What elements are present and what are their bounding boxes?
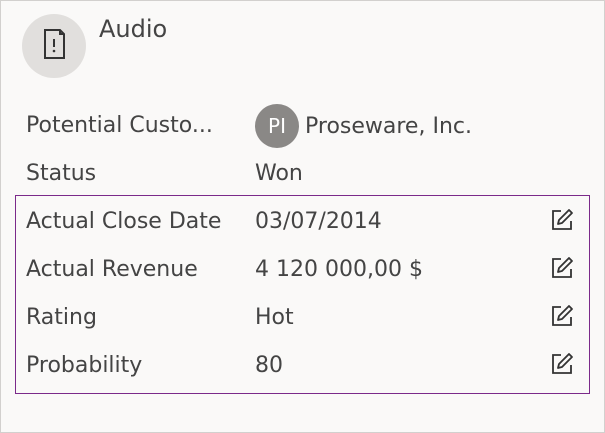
field-label-status: Status [26,161,97,186]
field-value-probability: 80 [255,353,283,378]
avatar: PI [255,104,299,148]
edit-icon [550,304,574,332]
edit-actual-close-date-button[interactable] [549,209,575,235]
edit-actual-revenue-button[interactable] [549,257,575,283]
field-label-actual-revenue: Actual Revenue [26,257,198,282]
edit-icon [550,208,574,236]
record-card: Audio Potential Custo... PI Proseware, I… [0,0,605,433]
record-title: Audio [99,15,168,43]
field-label-probability: Probability [26,353,143,378]
potential-customer-name[interactable]: Proseware, Inc. [305,114,472,139]
field-value-actual-revenue: 4 120 000,00 $ [255,257,423,282]
edit-probability-button[interactable] [549,353,575,379]
document-alert-icon [41,28,67,64]
record-type-icon-circle [22,14,86,78]
field-label-actual-close-date: Actual Close Date [26,209,222,234]
field-value-rating: Hot [255,305,294,330]
field-value-actual-close-date: 03/07/2014 [255,209,382,234]
edit-icon [550,352,574,380]
field-value-status: Won [255,161,303,186]
field-label-rating: Rating [26,305,97,330]
edit-icon [550,256,574,284]
edit-rating-button[interactable] [549,305,575,331]
potential-customer-value[interactable]: PI Proseware, Inc. [255,104,472,148]
field-label-potential-customer: Potential Custo... [26,113,213,138]
